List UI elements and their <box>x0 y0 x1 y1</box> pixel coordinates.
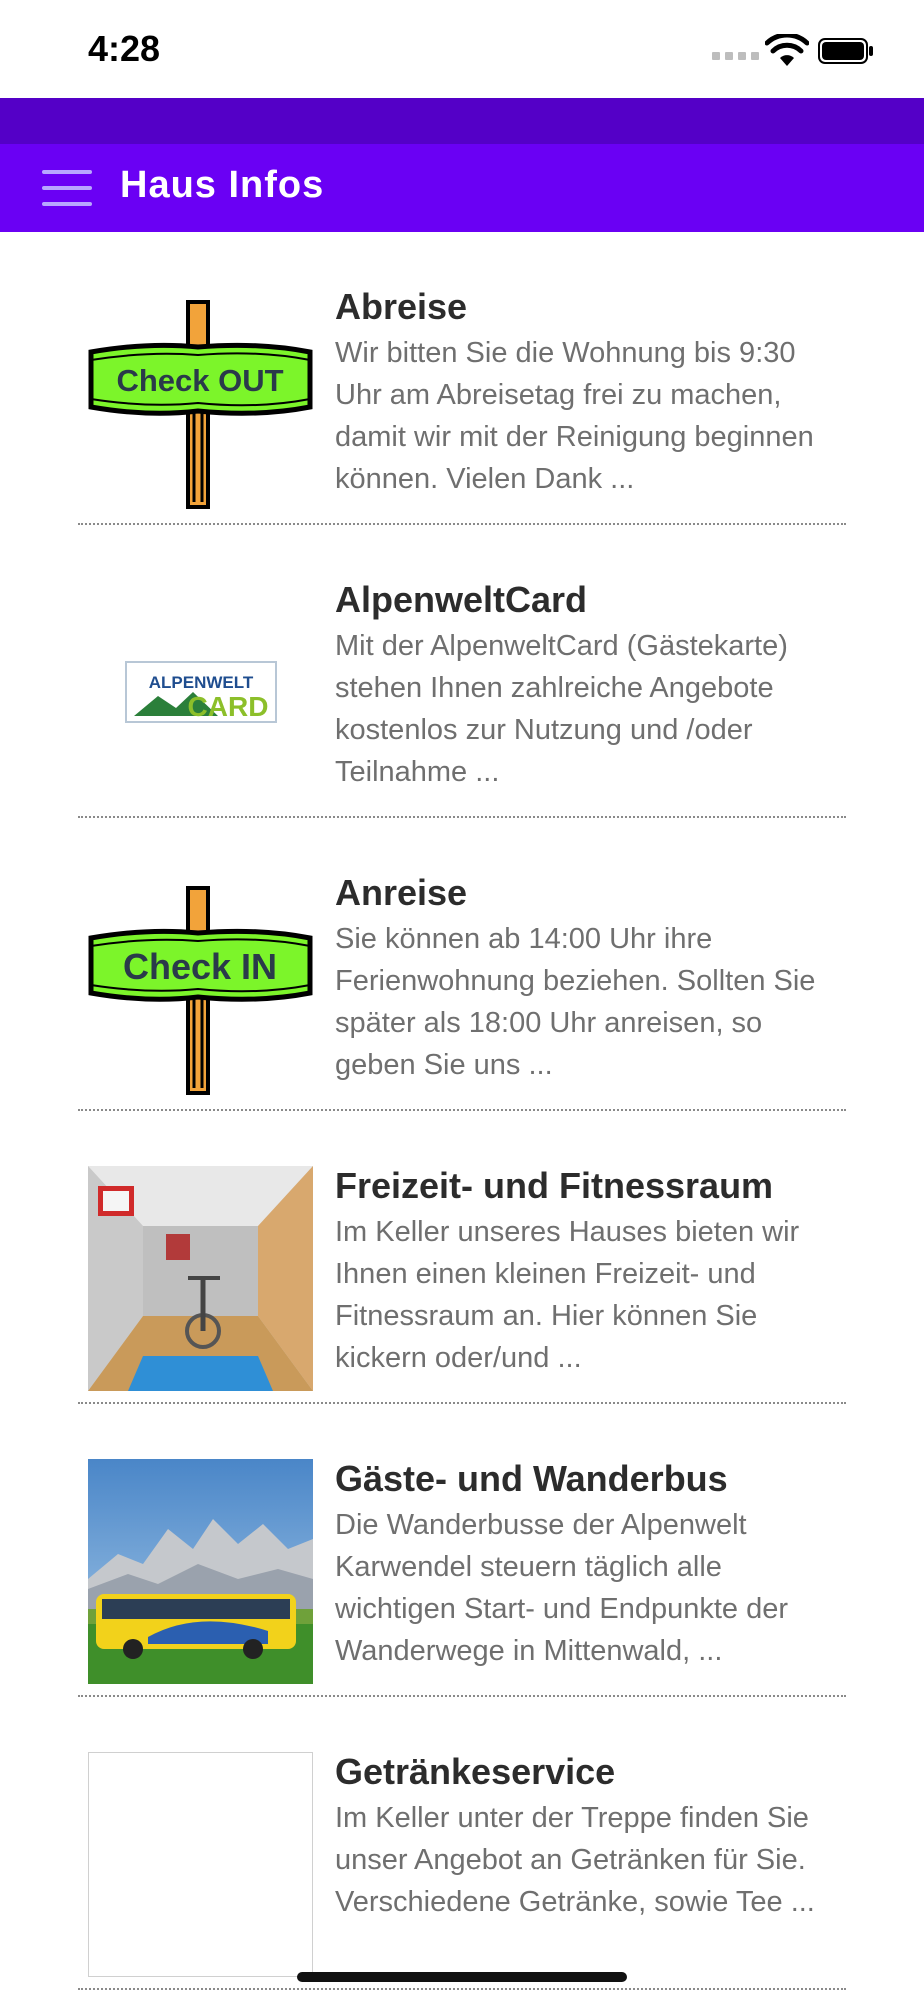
empty-image-placeholder <box>88 1752 313 1977</box>
sign-text: Check OUT <box>116 363 283 398</box>
wifi-icon <box>765 34 809 66</box>
fitness-room-photo <box>88 1166 313 1391</box>
item-description: Die Wanderbusse der Alpenwelt Karwendel … <box>335 1509 788 1667</box>
app-bar: Haus Infos <box>0 144 924 232</box>
status-time: 4:28 <box>88 28 161 69</box>
list-item-getraenkeservice[interactable]: Getränkeservice Im Keller unter der Trep… <box>0 1697 924 1990</box>
status-bar: 4:28 <box>0 0 924 98</box>
cellular-signal-icon <box>712 52 759 60</box>
item-title: Anreise <box>335 872 468 913</box>
alpenwelt-card-logo: ALPENWELT CARD <box>125 661 277 723</box>
list-item-fitnessraum[interactable]: Freizeit- und Fitnessraum Im Keller unse… <box>0 1111 924 1404</box>
item-description: Sie können ab 14:00 Uhr ihre Ferienwohnu… <box>335 923 816 1081</box>
sign-text: Check IN <box>123 946 277 987</box>
list-item-alpenweltcard[interactable]: ALPENWELT CARD AlpenweltCard Mit der Alp… <box>0 525 924 818</box>
item-description: Mit der AlpenweltCard (Gästekarte) stehe… <box>335 630 788 788</box>
item-description: Wir bitten Sie die Wohnung bis 9:30 Uhr … <box>335 337 814 495</box>
hamburger-menu-icon[interactable] <box>42 170 92 206</box>
header-strip <box>0 98 924 144</box>
check-in-sign-image: Check IN <box>88 886 313 1095</box>
item-title: AlpenweltCard <box>335 579 588 620</box>
item-title: Abreise <box>335 286 468 327</box>
page-title: Haus Infos <box>120 164 325 206</box>
item-title: Freizeit- und Fitnessraum <box>335 1165 774 1206</box>
item-description: Im Keller unseres Hauses bieten wir Ihne… <box>335 1216 800 1374</box>
item-title: Gäste- und Wanderbus <box>335 1458 728 1499</box>
divider <box>78 1988 846 1990</box>
item-title: Getränkeservice <box>335 1751 616 1792</box>
logo-bottom-text: CARD <box>188 691 269 722</box>
logo-top-text: ALPENWELT <box>149 673 254 692</box>
wanderbus-photo <box>88 1459 313 1684</box>
battery-icon <box>818 38 873 64</box>
list-item-wanderbus[interactable]: Gäste- und Wanderbus Die Wanderbusse der… <box>0 1404 924 1697</box>
info-list: Check OUT Abreise Wir bitten Sie die Woh… <box>0 232 924 1990</box>
list-item-abreise[interactable]: Check OUT Abreise Wir bitten Sie die Woh… <box>0 232 924 525</box>
home-indicator[interactable] <box>297 1972 627 1982</box>
list-item-anreise[interactable]: Check IN Anreise Sie können ab 14:00 Uhr… <box>0 818 924 1111</box>
item-description: Im Keller unter der Treppe finden Sie un… <box>335 1802 815 1918</box>
check-out-sign-image: Check OUT <box>88 300 313 509</box>
